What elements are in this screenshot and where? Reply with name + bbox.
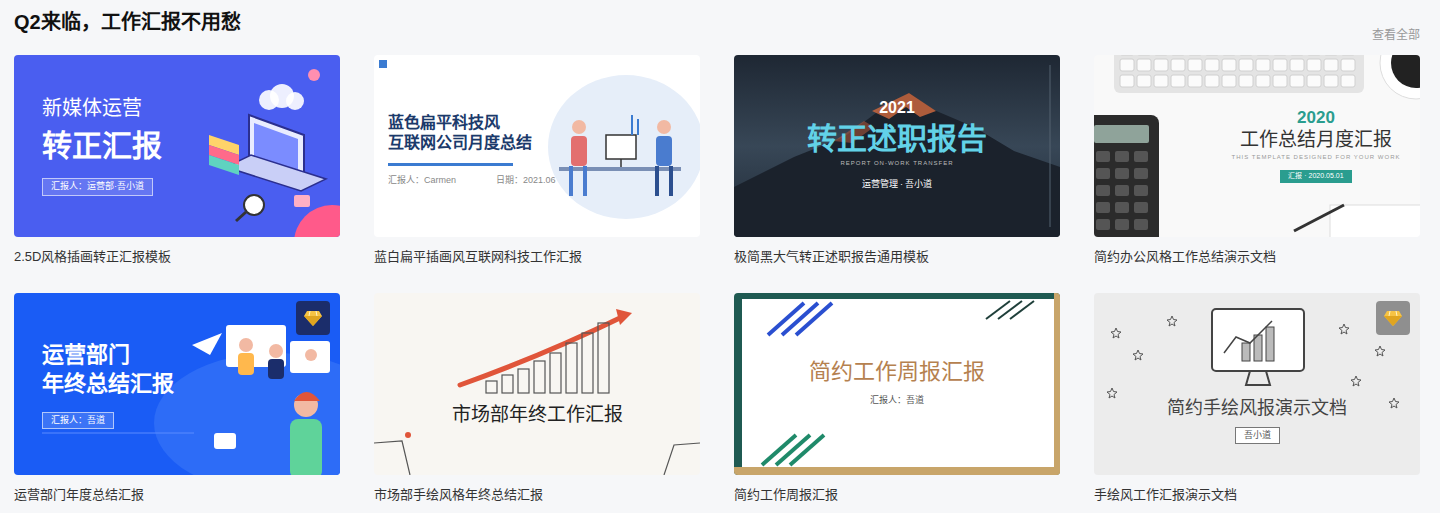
slide-illustration: [374, 293, 700, 475]
premium-diamond-icon: [1376, 301, 1410, 335]
template-card[interactable]: 简约手绘风报演示文档吾小道手绘风工作汇报演示文档: [1094, 293, 1420, 505]
template-card[interactable]: 新媒体运营转正汇报汇报人：运营部·吾小道 2.5D风格插画转正汇报模板: [14, 55, 340, 267]
template-caption[interactable]: 2.5D风格插画转正汇报模板: [14, 247, 340, 267]
slide-text: 转正述职报告: [807, 120, 987, 158]
slide-title-block: 2020工作总结月度汇报 THIS TEMPLATE DESIGNED FOR Y…: [1216, 107, 1416, 186]
template-caption[interactable]: 手绘风工作汇报演示文档: [1094, 485, 1420, 505]
slide-title-block: 2021转正述职报告 REPORT ON-WORK TRANSFER 运营管理 · …: [807, 98, 987, 194]
template-card[interactable]: 运营部门年终总结汇报汇报人：吾道运营部门年度总结汇报: [14, 293, 340, 505]
slide-text: 汇报人：运营部·吾小道: [42, 178, 153, 195]
template-caption[interactable]: 简约工作周报汇报: [734, 485, 1060, 505]
slide-text: 工作总结月度汇报: [1216, 128, 1416, 152]
slide-title-block: 蓝色扁平科技风互联网公司月度总结汇报人：Carmen 日期：2021.06: [374, 113, 596, 190]
template-thumbnail[interactable]: 简约工作周报汇报汇报人：吾道: [734, 293, 1060, 475]
slide-text: 蓝色扁平科技风: [388, 113, 596, 133]
slide-text: 运营管理 · 吾小道: [862, 179, 933, 190]
slide-text: 简约手绘风报演示文档: [1094, 397, 1420, 420]
template-card[interactable]: 2020工作总结月度汇报 THIS TEMPLATE DESIGNED FOR Y…: [1094, 55, 1420, 267]
slide-title-block: 运营部门年终总结汇报汇报人：吾道: [14, 339, 174, 430]
template-thumbnail[interactable]: 2020工作总结月度汇报 THIS TEMPLATE DESIGNED FOR Y…: [1094, 55, 1420, 237]
slide-text: 2021: [807, 98, 987, 118]
template-card[interactable]: 2021转正述职报告 REPORT ON-WORK TRANSFER 运营管理 · …: [734, 55, 1060, 267]
section-title: Q2来临，工作汇报不用愁: [14, 8, 241, 36]
template-thumbnail[interactable]: 运营部门年终总结汇报汇报人：吾道: [14, 293, 340, 475]
slide-text: 汇报人：Carmen: [388, 175, 456, 186]
slide-text: REPORT ON-WORK TRANSFER: [807, 160, 987, 168]
view-all-link[interactable]: 查看全部: [1372, 26, 1420, 44]
slide-text: 简约工作周报汇报: [809, 358, 985, 386]
slide-title-block: 简约手绘风报演示文档吾小道: [1094, 397, 1420, 476]
template-thumbnail[interactable]: 蓝色扁平科技风互联网公司月度总结汇报人：Carmen 日期：2021.06: [374, 55, 700, 237]
slide-text: 互联网公司月度总结: [388, 133, 596, 166]
template-caption[interactable]: 蓝白扁平插画风互联网科技工作汇报: [374, 247, 700, 267]
slide-text: 市场部年终工作汇报: [374, 403, 700, 427]
slide-text: 吾小道: [1235, 427, 1280, 444]
slide-text: 日期：2021.06: [496, 175, 556, 186]
slide-text: 年终总结汇报: [42, 370, 174, 398]
slide-illustration: [1094, 293, 1420, 475]
slide-title-block: 简约工作周报汇报汇报人：吾道: [809, 358, 985, 410]
slide-text: 汇报 · 2020.05.01: [1280, 170, 1351, 183]
slide-text: 汇报人：吾道: [42, 412, 114, 429]
template-card[interactable]: 简约工作周报汇报汇报人：吾道简约工作周报汇报: [734, 293, 1060, 505]
template-thumbnail[interactable]: 简约手绘风报演示文档吾小道: [1094, 293, 1420, 475]
slide-title-block: 市场部年终工作汇报: [374, 403, 700, 475]
template-caption[interactable]: 简约办公风格工作总结演示文档: [1094, 247, 1420, 267]
template-caption[interactable]: 运营部门年度总结汇报: [14, 485, 340, 505]
slide-text: 2020: [1216, 107, 1416, 128]
slide-text: 新媒体运营: [42, 96, 162, 121]
template-caption[interactable]: 市场部手绘风格年终总结汇报: [374, 485, 700, 505]
template-thumbnail[interactable]: 市场部年终工作汇报: [374, 293, 700, 475]
premium-diamond-icon: [296, 301, 330, 335]
template-thumbnail[interactable]: 2021转正述职报告 REPORT ON-WORK TRANSFER 运营管理 · …: [734, 55, 1060, 237]
slide-text: 汇报人：吾道: [870, 395, 924, 406]
template-caption[interactable]: 极简黑大气转正述职报告通用模板: [734, 247, 1060, 267]
slide-text: 转正汇报: [42, 127, 162, 165]
slide-text: THIS TEMPLATE DESIGNED FOR YOUR WORK: [1216, 154, 1416, 162]
template-thumbnail[interactable]: 新媒体运营转正汇报汇报人：运营部·吾小道: [14, 55, 340, 237]
slide-title-block: 新媒体运营转正汇报汇报人：运营部·吾小道: [14, 96, 162, 197]
template-card[interactable]: 市场部年终工作汇报市场部手绘风格年终总结汇报: [374, 293, 700, 505]
template-card[interactable]: 蓝色扁平科技风互联网公司月度总结汇报人：Carmen 日期：2021.06 蓝白扁平…: [374, 55, 700, 267]
slide-text: 运营部门: [42, 341, 174, 369]
